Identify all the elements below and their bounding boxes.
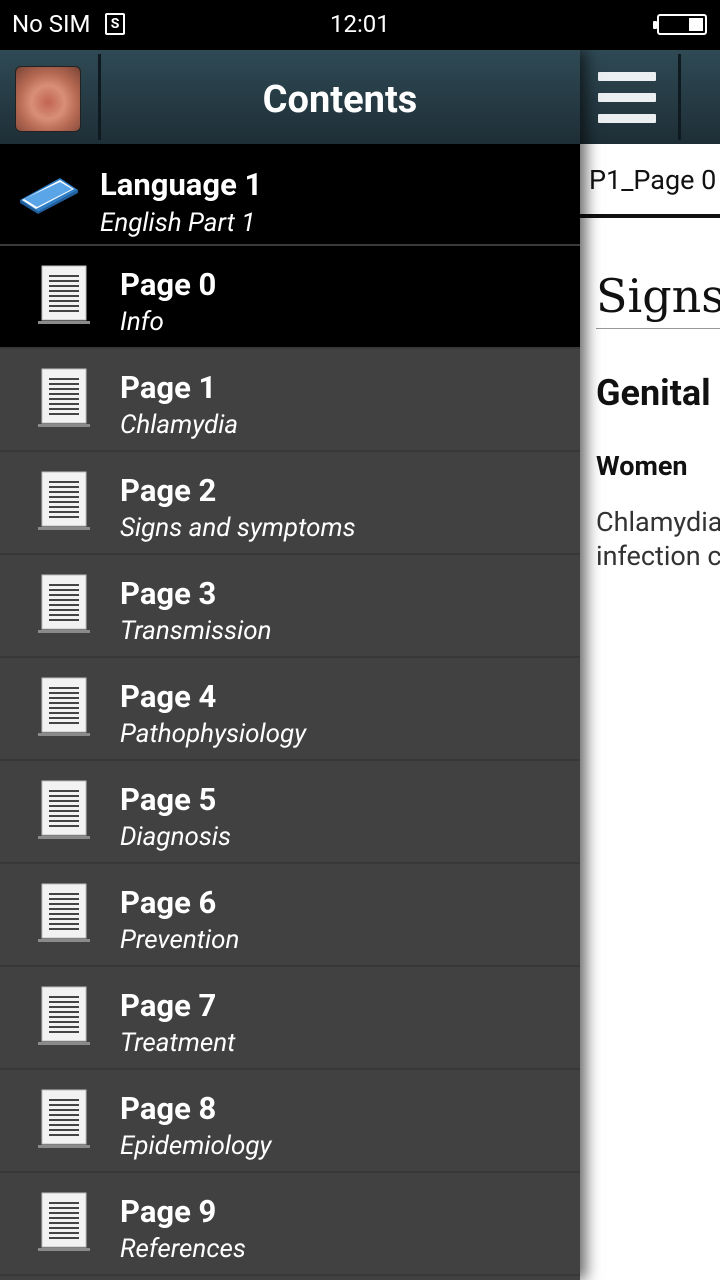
item-subtitle: References: [120, 1234, 246, 1264]
drawer-item-page-7[interactable]: Page 7 Treatment: [0, 967, 580, 1070]
drawer-item-page-0[interactable]: Page 0 Info: [0, 246, 580, 349]
item-subtitle: Diagnosis: [120, 822, 232, 852]
navigation-drawer: Contents Language 1 English Part 1 Page …: [0, 50, 580, 1280]
drawer-title: Contents: [262, 78, 418, 122]
item-subtitle: Prevention: [120, 925, 240, 955]
item-title: Page 7: [120, 987, 217, 1024]
item-subtitle: Epidemiology: [120, 1131, 272, 1161]
drawer-item-page-3[interactable]: Page 3 Transmission: [0, 555, 580, 658]
drawer-item-page-6[interactable]: Page 6 Prevention: [0, 864, 580, 967]
section-heading: Genital: [596, 372, 711, 414]
language-item[interactable]: Language 1 English Part 1: [0, 144, 580, 246]
item-subtitle: Treatment: [120, 1028, 236, 1058]
status-bar: No SIM S 12:01: [0, 0, 720, 50]
app-logo[interactable]: [15, 66, 81, 132]
item-title: Page 8: [120, 1090, 217, 1127]
document-icon: [38, 986, 90, 1045]
battery-icon: [653, 14, 707, 35]
item-title: Page 5: [120, 781, 217, 818]
document-icon: [38, 1089, 90, 1148]
drawer-item-page-9[interactable]: Page 9 References: [0, 1173, 580, 1276]
drawer-item-page-1[interactable]: Page 1 Chlamydia: [0, 349, 580, 452]
document-icon: [38, 780, 90, 839]
drawer-item-page-4[interactable]: Page 4 Pathophysiology: [0, 658, 580, 761]
clock: 12:01: [330, 10, 390, 38]
item-subtitle: Info: [120, 307, 164, 337]
title-divider: [596, 328, 720, 329]
drawer-header: Contents: [0, 50, 580, 144]
drawer-item-page-8[interactable]: Page 8 Epidemiology: [0, 1070, 580, 1173]
document-icon: [38, 471, 90, 530]
item-title: Page 2: [120, 472, 217, 509]
item-title: Page 3: [120, 575, 217, 612]
item-subtitle: Signs and symptoms: [120, 513, 356, 543]
item-subtitle: Pathophysiology: [120, 719, 307, 749]
drawer-item-page-5[interactable]: Page 5 Diagnosis: [0, 761, 580, 864]
language-subtitle: English Part 1: [100, 208, 256, 238]
sim-icon: S: [105, 13, 125, 35]
item-title: Page 4: [120, 678, 217, 715]
language-title: Language 1: [100, 166, 263, 203]
item-title: Page 6: [120, 884, 217, 921]
article-view: P1_Page 0 Signs Genital Women Chlamydia …: [580, 144, 720, 1280]
document-icon: [38, 1192, 90, 1251]
hamburger-menu-icon[interactable]: [580, 50, 678, 144]
tab-indicator: [580, 214, 720, 218]
item-subtitle: Transmission: [120, 616, 272, 646]
carrier-label: No SIM: [12, 10, 91, 38]
document-icon: [38, 368, 90, 427]
document-icon: [38, 574, 90, 633]
body-text-line: Chlamydia: [596, 506, 720, 538]
item-title: Page 9: [120, 1193, 217, 1230]
subsection-heading: Women: [596, 450, 688, 482]
item-subtitle: Chlamydia: [120, 410, 239, 440]
item-title: Page 1: [120, 369, 217, 406]
article-title: Signs: [596, 269, 720, 323]
page-tab[interactable]: P1_Page 0: [589, 164, 716, 196]
document-icon: [38, 265, 90, 324]
document-icon: [38, 677, 90, 736]
drawer-item-page-2[interactable]: Page 2 Signs and symptoms: [0, 452, 580, 555]
book-icon: [20, 178, 78, 214]
body-text-line: infection c: [596, 540, 720, 572]
document-icon: [38, 883, 90, 942]
item-title: Page 0: [120, 266, 217, 303]
